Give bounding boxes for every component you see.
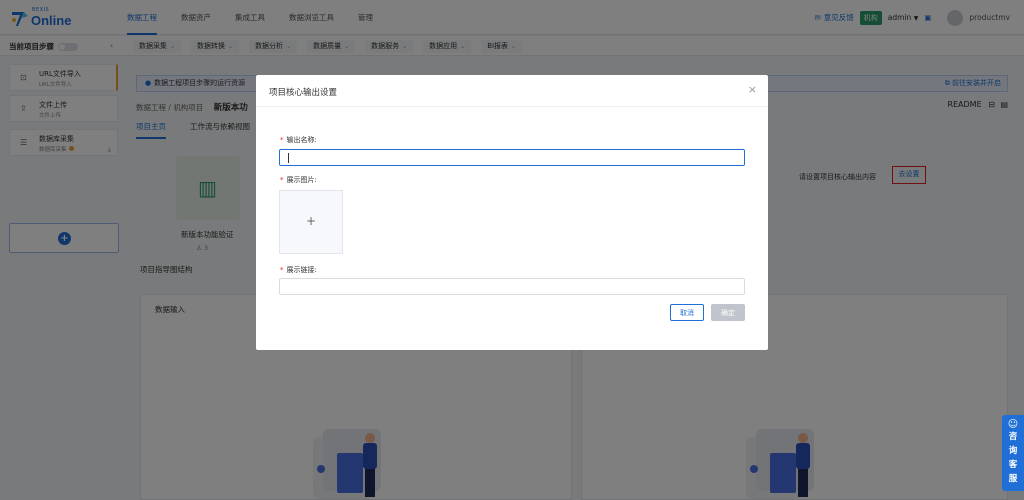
output-settings-modal: 项目核心输出设置 × * 输出名称: * 展示图片: + * 展示链接: 取消 确定 bbox=[256, 75, 768, 350]
display-link-label: * 展示链接: bbox=[280, 265, 317, 275]
plus-icon: + bbox=[305, 214, 317, 228]
chat-char: 询 bbox=[1008, 446, 1018, 456]
modal-divider bbox=[256, 106, 768, 107]
customer-service-button[interactable]: ☺ 咨 询 客 服 bbox=[1002, 415, 1024, 491]
cancel-button[interactable]: 取消 bbox=[670, 304, 704, 321]
chat-char: 咨 bbox=[1008, 432, 1018, 442]
chat-char: 服 bbox=[1008, 474, 1018, 484]
chat-icon: ☺ bbox=[1007, 419, 1019, 430]
display-image-label-text: 展示图片: bbox=[286, 176, 317, 184]
required-mark: * bbox=[280, 266, 284, 274]
display-link-label-text: 展示链接: bbox=[286, 266, 317, 274]
close-icon[interactable]: × bbox=[748, 83, 757, 96]
display-image-label: * 展示图片: bbox=[280, 175, 317, 185]
chat-char: 客 bbox=[1008, 460, 1018, 470]
output-name-label-text: 输出名称: bbox=[286, 136, 317, 144]
modal-title: 项目核心输出设置 bbox=[269, 88, 338, 98]
output-name-input[interactable] bbox=[279, 149, 745, 166]
confirm-button[interactable]: 确定 bbox=[711, 304, 745, 321]
required-mark: * bbox=[280, 136, 284, 144]
text-caret bbox=[288, 153, 289, 163]
required-mark: * bbox=[280, 176, 284, 184]
image-upload-box[interactable]: + bbox=[279, 190, 343, 254]
output-name-label: * 输出名称: bbox=[280, 135, 317, 145]
display-link-input[interactable] bbox=[279, 278, 745, 295]
